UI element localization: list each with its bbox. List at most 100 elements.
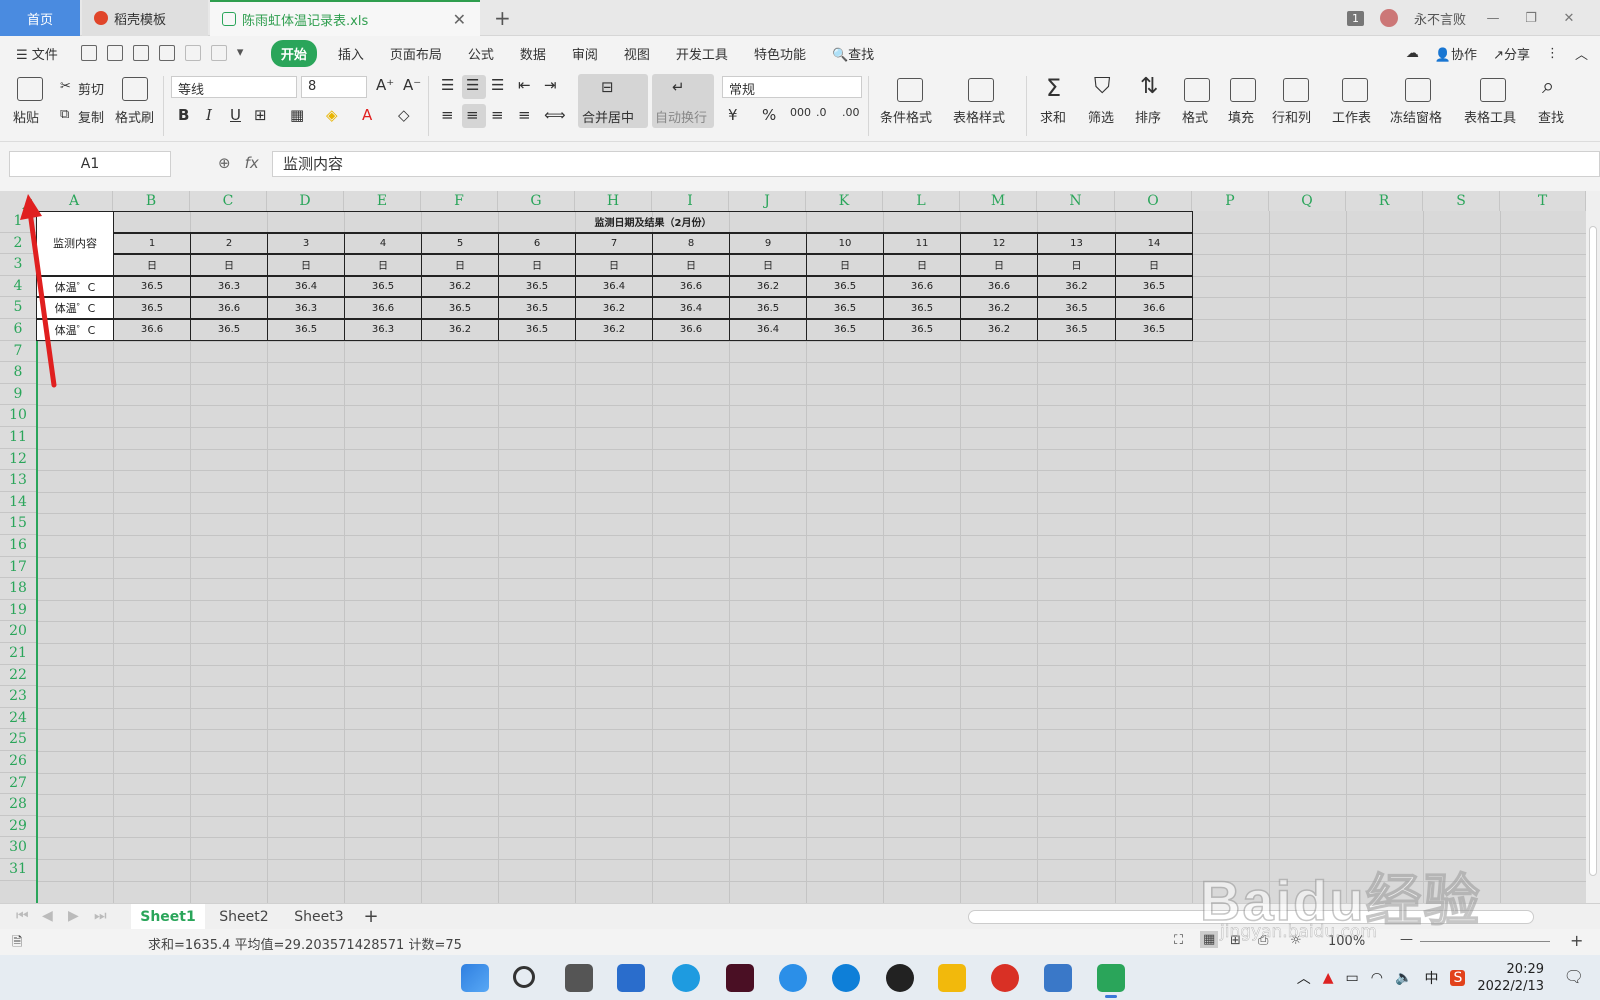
start-icon[interactable]	[461, 964, 489, 992]
sheet-tab-1[interactable]: Sheet1	[131, 904, 205, 930]
row-header[interactable]: 20	[0, 621, 36, 643]
temperature-cell[interactable]: 36.5	[267, 319, 345, 341]
align-center-icon[interactable]: ≡	[466, 106, 479, 124]
temperature-cell[interactable]: 36.6	[883, 275, 961, 298]
sum-icon[interactable]: Σ	[1046, 74, 1061, 102]
wifi-icon[interactable]: ◠	[1371, 970, 1383, 986]
print-icon[interactable]	[132, 45, 149, 61]
next-sheet-icon[interactable]: ▶	[68, 908, 79, 924]
menu-developer[interactable]: 开发工具	[676, 44, 728, 63]
table-tools-icon[interactable]	[1480, 78, 1506, 102]
first-sheet-icon[interactable]: ⏮	[16, 908, 29, 924]
row-header[interactable]: 4	[0, 275, 36, 298]
column-header[interactable]: G	[498, 191, 575, 211]
page-count-badge[interactable]: 1	[1346, 10, 1364, 26]
row-col-icon[interactable]	[1283, 78, 1309, 102]
indesign-icon[interactable]	[726, 964, 754, 992]
day-number-cell[interactable]: 13	[1037, 232, 1116, 255]
day-number-cell[interactable]: 7	[575, 232, 653, 255]
day-number-cell[interactable]: 4	[344, 232, 422, 255]
temperature-cell[interactable]: 36.6	[652, 275, 730, 298]
horizontal-scrollbar[interactable]	[968, 910, 1534, 924]
temperature-cell[interactable]: 36.5	[729, 297, 807, 319]
minimize-icon[interactable]: —	[1482, 11, 1504, 26]
worksheet-icon[interactable]	[1342, 78, 1368, 102]
fill-color-icon[interactable]: ◈	[326, 106, 338, 124]
row-header[interactable]: 10	[0, 405, 36, 427]
day-unit-cell[interactable]: 日	[1115, 254, 1193, 276]
row-header[interactable]: 28	[0, 794, 36, 816]
day-number-cell[interactable]: 6	[498, 232, 576, 255]
column-header[interactable]: M	[960, 191, 1037, 211]
row-header[interactable]: 14	[0, 491, 36, 514]
column-header[interactable]: D	[267, 191, 344, 211]
day-unit-cell[interactable]: 日	[421, 254, 499, 276]
zoom-level[interactable]: 100%	[1328, 934, 1365, 949]
chrome-icon[interactable]	[991, 964, 1019, 992]
print-preview-icon[interactable]	[158, 45, 175, 61]
currency-icon[interactable]: ¥	[728, 106, 738, 124]
temperature-cell[interactable]: 36.2	[575, 297, 653, 319]
align-top-icon[interactable]: ☰	[441, 76, 454, 94]
day-number-cell[interactable]: 1	[113, 232, 191, 255]
row-header[interactable]: 16	[0, 535, 36, 557]
restore-icon[interactable]: ❐	[1520, 11, 1542, 26]
column-header[interactable]: Q	[1269, 191, 1346, 211]
row-header[interactable]: 24	[0, 707, 36, 730]
menu-view[interactable]: 视图	[624, 44, 650, 63]
find-button[interactable]: 查找	[1538, 107, 1564, 126]
temperature-cell[interactable]: 36.2	[960, 319, 1038, 341]
temperature-cell[interactable]: 36.5	[498, 319, 576, 341]
sum-button[interactable]: 求和	[1040, 107, 1066, 126]
align-left-icon[interactable]: ≡	[441, 106, 454, 124]
temperature-cell[interactable]: 36.5	[421, 297, 499, 319]
normal-view-icon[interactable]: ▦	[1200, 931, 1219, 948]
temperature-cell[interactable]: 36.2	[421, 319, 499, 341]
temperature-cell[interactable]: 36.2	[575, 319, 653, 341]
spreadsheet-grid[interactable]: ABCDEFGHIJKLMNOPQRST 1 2 3 4 5 6 7 8 9 10 11 12 13 14…	[0, 191, 1586, 903]
clock[interactable]: 20:29 2022/2/13	[1477, 961, 1544, 995]
temperature-cell[interactable]: 36.2	[729, 275, 807, 298]
temperature-cell[interactable]: 36.6	[344, 297, 422, 319]
row-header[interactable]: 12	[0, 448, 36, 471]
font-name-select[interactable]: 等线	[171, 76, 297, 98]
close-tab-icon[interactable]: ✕	[453, 10, 466, 29]
menu-special[interactable]: 特色功能	[754, 44, 806, 63]
share-button[interactable]: ↗分享	[1493, 44, 1530, 63]
justify-icon[interactable]: ≡	[518, 106, 531, 124]
menu-data[interactable]: 数据	[520, 44, 546, 63]
border-icon[interactable]: ⊞	[254, 106, 267, 124]
row-header[interactable]: 6	[0, 319, 36, 341]
temperature-cell[interactable]: 36.2	[1037, 275, 1116, 298]
username[interactable]: 永不言败	[1414, 9, 1466, 28]
temperature-cell[interactable]: 36.3	[344, 319, 422, 341]
temperature-cell[interactable]: 36.5	[344, 275, 422, 298]
menu-page-layout[interactable]: 页面布局	[390, 44, 442, 63]
table-style-icon[interactable]	[968, 78, 994, 102]
filter-icon[interactable]: ⛉	[1094, 74, 1111, 99]
temperature-cell[interactable]: 36.2	[421, 275, 499, 298]
notification-icon[interactable]: 🗨	[1564, 967, 1584, 986]
vertical-scrollbar[interactable]	[1586, 191, 1600, 903]
zoom-slider[interactable]	[1420, 941, 1550, 942]
day-number-cell[interactable]: 10	[806, 232, 884, 255]
format-painter-button[interactable]: 格式刷	[115, 107, 154, 126]
temperature-cell[interactable]: 36.5	[190, 319, 268, 341]
column-header[interactable]: J	[729, 191, 806, 211]
temperature-cell[interactable]: 36.4	[729, 319, 807, 341]
row-header[interactable]: 13	[0, 470, 36, 492]
row-header[interactable]: 29	[0, 815, 36, 838]
column-header[interactable]: K	[806, 191, 883, 211]
temperature-cell[interactable]: 36.6	[960, 275, 1038, 298]
day-number-cell[interactable]: 11	[883, 232, 961, 255]
column-header[interactable]: T	[1500, 191, 1586, 211]
day-unit-cell[interactable]: 日	[883, 254, 961, 276]
volume-icon[interactable]: 🔈	[1395, 970, 1412, 986]
row-header[interactable]: 26	[0, 751, 36, 773]
column-header[interactable]: L	[883, 191, 960, 211]
day-number-cell[interactable]: 5	[421, 232, 499, 255]
temperature-cell[interactable]: 36.4	[575, 275, 653, 298]
align-middle-icon[interactable]: ☰	[466, 76, 479, 94]
row-header[interactable]: 8	[0, 362, 36, 384]
temperature-cell[interactable]: 36.3	[267, 297, 345, 319]
